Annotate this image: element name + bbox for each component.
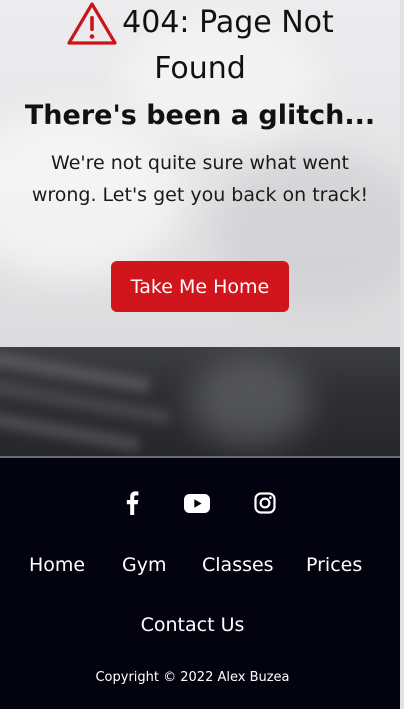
page-edge xyxy=(400,0,404,711)
footer-link-gym[interactable]: Gym xyxy=(122,552,166,578)
page: 404: Page Not Found There's been a glitc… xyxy=(0,0,404,711)
page-subtitle: There's been a glitch... xyxy=(24,100,376,131)
hero-section: 404: Page Not Found There's been a glitc… xyxy=(0,0,400,458)
take-me-home-button[interactable]: Take Me Home xyxy=(111,261,289,312)
page-title-line2: Found xyxy=(154,51,246,86)
footer-link-home[interactable]: Home xyxy=(29,552,85,578)
footer-link-classes[interactable]: Classes xyxy=(202,552,274,578)
background-shape xyxy=(0,412,141,452)
error-message: We're not quite sure what went wrong. Le… xyxy=(31,152,369,206)
warning-triangle-icon xyxy=(66,0,118,46)
background-shape xyxy=(190,357,310,447)
hero-background-photo xyxy=(0,347,400,458)
page-title-line1: 404: Page Not xyxy=(122,5,334,40)
footer-link-contact-us[interactable]: Contact Us xyxy=(0,612,385,638)
footer-link-prices[interactable]: Prices xyxy=(306,552,362,578)
copyright-text: Copyright © 2022 Alex Buzea xyxy=(95,670,290,685)
facebook-icon[interactable] xyxy=(122,490,142,516)
site-footer: Home Gym Classes Prices Contact Us Copyr… xyxy=(0,458,400,709)
page-title: 404: Page Not Found xyxy=(0,0,400,92)
youtube-icon[interactable] xyxy=(184,490,210,516)
instagram-icon[interactable] xyxy=(253,490,277,516)
